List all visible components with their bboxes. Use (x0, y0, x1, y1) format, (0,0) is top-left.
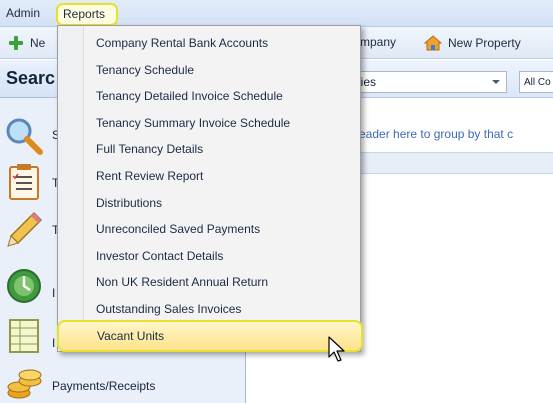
house-icon (424, 35, 442, 51)
menu-item-tenancy-detailed-invoice-schedule[interactable]: Tenancy Detailed Invoice Schedule (96, 89, 283, 103)
menu-reports[interactable]: Reports (56, 3, 118, 26)
new-property-button[interactable]: New Property (424, 35, 521, 51)
menu-item-vacant-units[interactable]: Vacant Units (57, 320, 363, 352)
menu-item-non-uk-resident-annual-return[interactable]: Non UK Resident Annual Return (96, 275, 268, 289)
company-filter-dropdown[interactable]: nies (347, 71, 507, 93)
menu-item-rent-review-report[interactable]: Rent Review Report (96, 169, 203, 183)
spreadsheet-icon[interactable] (4, 316, 44, 356)
search-icon[interactable] (4, 116, 44, 156)
secondary-filter-dropdown[interactable]: All Co (519, 71, 553, 93)
pencil-icon[interactable] (4, 210, 44, 250)
plus-icon (9, 36, 23, 50)
menu-item-vacant-units-label: Vacant Units (97, 329, 165, 343)
menu-icon-gutter (58, 26, 84, 351)
menu-item-tenancy-schedule[interactable]: Tenancy Schedule (96, 63, 194, 77)
menu-item-outstanding-sales-invoices[interactable]: Outstanding Sales Invoices (96, 302, 241, 316)
coins-icon[interactable] (4, 363, 44, 403)
nav-item-label[interactable]: I (52, 286, 55, 300)
menu-item-distributions[interactable]: Distributions (96, 196, 162, 210)
reports-dropdown-menu: Company Rental Bank Accounts Tenancy Sch… (57, 25, 361, 352)
chevron-down-icon[interactable] (492, 80, 500, 84)
nav-item-payments-receipts[interactable]: Payments/Receipts (52, 379, 155, 393)
new-property-label: New Property (448, 36, 521, 50)
menu-item-company-rental-bank-accounts[interactable]: Company Rental Bank Accounts (96, 36, 268, 50)
nav-item-label[interactable]: I (52, 336, 55, 350)
menu-item-unreconciled-saved-payments[interactable]: Unreconciled Saved Payments (96, 222, 260, 236)
new-button[interactable]: Ne (8, 35, 45, 51)
new-company-button[interactable]: mpany (360, 35, 396, 49)
new-company-label: mpany (360, 35, 397, 49)
group-by-hint: eader here to group by that c (359, 127, 514, 141)
pane-title: Searc (6, 68, 56, 88)
menu-item-investor-contact-details[interactable]: Investor Contact Details (96, 249, 223, 263)
menu-item-full-tenancy-details[interactable]: Full Tenancy Details (96, 142, 203, 156)
secondary-filter-value: All Co (524, 77, 551, 88)
menu-admin[interactable]: Admin (6, 6, 40, 20)
new-button-label: Ne (30, 36, 46, 50)
checklist-icon[interactable] (4, 163, 44, 203)
menu-item-tenancy-summary-invoice-schedule[interactable]: Tenancy Summary Invoice Schedule (96, 116, 290, 130)
globe-icon[interactable] (4, 266, 44, 306)
menu-bar: Admin Reports (0, 0, 553, 27)
mouse-pointer-icon (328, 336, 345, 362)
